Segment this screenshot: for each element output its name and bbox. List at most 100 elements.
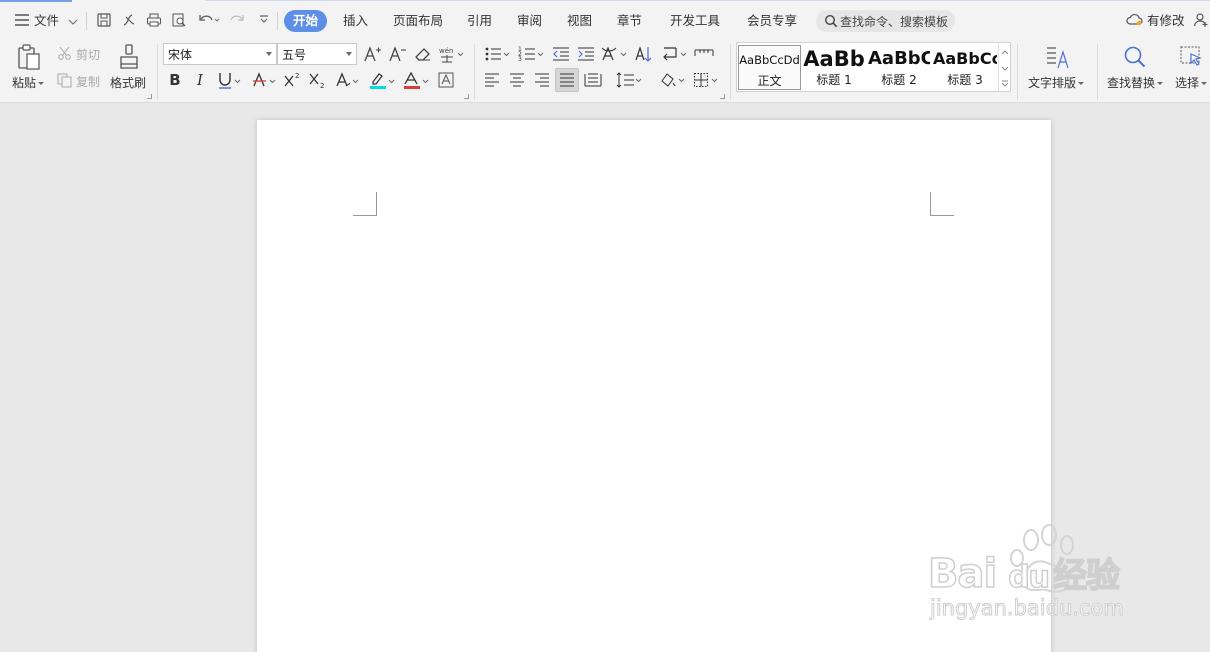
underline-icon[interactable] bbox=[216, 71, 244, 89]
style-sample: AaBbCc bbox=[933, 49, 997, 68]
tab-developer[interactable]: 开发工具 bbox=[670, 10, 720, 32]
line-spacing-icon[interactable] bbox=[615, 71, 645, 89]
text-layout-label: 文字排版 bbox=[1028, 76, 1077, 90]
clipboard-launcher-icon[interactable] bbox=[147, 94, 152, 99]
hamburger-icon bbox=[14, 11, 30, 33]
align-right-icon[interactable] bbox=[533, 71, 551, 89]
subscript-icon[interactable]: 2 bbox=[308, 71, 328, 89]
paste-button[interactable]: 粘贴 bbox=[12, 74, 45, 91]
bullet-list-icon[interactable] bbox=[483, 44, 513, 64]
find-replace-label: 查找替换 bbox=[1107, 76, 1156, 90]
cut-icon[interactable] bbox=[56, 45, 72, 61]
group-divider bbox=[1097, 44, 1098, 100]
window-accent-line bbox=[205, 0, 1210, 1]
share-user-icon[interactable] bbox=[1192, 11, 1210, 29]
superscript-icon[interactable]: 2 bbox=[283, 71, 303, 89]
save-icon[interactable] bbox=[95, 11, 113, 29]
gallery-scroller[interactable] bbox=[998, 43, 1010, 91]
copy-icon[interactable] bbox=[56, 72, 72, 88]
font-size-value: 五号 bbox=[282, 47, 307, 62]
style-name: 标题 1 bbox=[816, 73, 852, 87]
tab-sections[interactable]: 章节 bbox=[617, 10, 642, 32]
increase-indent-icon[interactable] bbox=[576, 44, 596, 64]
expand-gallery-icon[interactable] bbox=[1001, 76, 1009, 90]
style-normal[interactable]: AaBbCcDd 正文 bbox=[738, 45, 801, 90]
select-icon[interactable] bbox=[1178, 42, 1206, 72]
text-layout-icon[interactable] bbox=[1043, 42, 1071, 72]
style-heading-1[interactable]: AaBb 标题 1 bbox=[803, 45, 865, 90]
cloud-icon bbox=[1126, 11, 1143, 33]
dropdown-arrow-icon bbox=[346, 52, 352, 56]
bold-icon[interactable]: B bbox=[166, 71, 184, 89]
style-heading-2[interactable]: AaBbC 标题 2 bbox=[868, 45, 930, 90]
copy-label[interactable]: 复制 bbox=[76, 73, 100, 90]
chevron-up-icon[interactable] bbox=[1001, 44, 1009, 58]
tab-review[interactable]: 审阅 bbox=[517, 10, 542, 32]
style-heading-3[interactable]: AaBbCc 标题 3 bbox=[933, 45, 997, 90]
decrease-indent-icon[interactable] bbox=[551, 44, 571, 64]
print-icon[interactable] bbox=[145, 11, 163, 29]
strikethrough-icon[interactable] bbox=[251, 71, 279, 89]
find-replace-button[interactable]: 查找替换 bbox=[1107, 74, 1164, 91]
cloud-sync-status[interactable]: 有修改 bbox=[1126, 10, 1185, 32]
format-painter-icon[interactable] bbox=[117, 42, 141, 72]
tab-home[interactable]: 开始 bbox=[284, 10, 327, 32]
shrink-font-icon[interactable] bbox=[388, 44, 408, 64]
file-menu[interactable]: 文件 bbox=[14, 10, 78, 32]
tab-insert[interactable]: 插入 bbox=[343, 10, 368, 32]
svg-text:2: 2 bbox=[295, 72, 299, 80]
tab-page-layout[interactable]: 页面布局 bbox=[393, 10, 443, 32]
justify-icon[interactable] bbox=[555, 68, 579, 92]
align-center-icon[interactable] bbox=[508, 71, 526, 89]
watermark-suffix: 经验 bbox=[1052, 555, 1121, 597]
paragraph-mark-icon[interactable] bbox=[660, 44, 690, 64]
grow-font-icon[interactable] bbox=[363, 44, 383, 64]
font-color-icon[interactable] bbox=[401, 71, 431, 91]
command-search-input[interactable]: 查找命令、搜索模板 bbox=[816, 10, 955, 32]
tab-references[interactable]: 引用 bbox=[467, 10, 492, 32]
watermark-brand-text2: du bbox=[1007, 559, 1050, 596]
font-size-select[interactable]: 五号 bbox=[277, 43, 357, 65]
file-menu-label: 文件 bbox=[34, 13, 60, 28]
font-name-select[interactable]: 宋体 bbox=[163, 43, 277, 65]
redo-icon[interactable] bbox=[228, 11, 246, 29]
tab-stops-icon[interactable] bbox=[693, 44, 715, 64]
chinese-layout-icon[interactable] bbox=[600, 44, 630, 64]
paragraph-launcher-icon[interactable] bbox=[720, 94, 725, 99]
tab-member[interactable]: 会员专享 bbox=[747, 10, 797, 32]
undo-icon[interactable] bbox=[196, 11, 222, 29]
borders-icon[interactable] bbox=[692, 71, 722, 89]
menu-bar: 文件 开始 插入 页面布局 引用 审阅 视图 章节 开发工具 会员专享 查找命令… bbox=[0, 0, 1210, 40]
export-pdf-icon[interactable] bbox=[120, 11, 138, 29]
align-left-icon[interactable] bbox=[483, 71, 501, 89]
distribute-icon[interactable] bbox=[583, 71, 603, 89]
shading-icon[interactable] bbox=[658, 71, 688, 89]
cut-label[interactable]: 剪切 bbox=[76, 46, 100, 63]
sort-icon[interactable] bbox=[633, 44, 655, 64]
text-effects-icon[interactable] bbox=[334, 71, 362, 89]
italic-icon[interactable]: I bbox=[191, 71, 209, 89]
print-preview-icon[interactable] bbox=[170, 11, 188, 29]
customize-toolbar-icon[interactable] bbox=[255, 11, 273, 29]
divider bbox=[277, 12, 278, 30]
phonetic-guide-icon[interactable]: wén bbox=[437, 44, 467, 64]
text-layout-button[interactable]: 文字排版 bbox=[1028, 74, 1085, 91]
chevron-down-icon[interactable] bbox=[1001, 60, 1009, 74]
find-replace-icon[interactable] bbox=[1121, 42, 1149, 72]
format-painter-label[interactable]: 格式刷 bbox=[110, 74, 146, 91]
character-border-icon[interactable] bbox=[436, 71, 456, 89]
highlight-color-icon[interactable] bbox=[367, 71, 397, 91]
dropdown-arrow-icon bbox=[1157, 82, 1164, 85]
select-button[interactable]: 选择 bbox=[1175, 74, 1208, 91]
tab-view[interactable]: 视图 bbox=[567, 10, 592, 32]
ribbon-home: 粘贴 剪切 复制 格式刷 宋体 五号 wén B I 2 2 1 2 3 AaB… bbox=[0, 40, 1210, 103]
dropdown-arrow-icon bbox=[266, 52, 272, 56]
font-launcher-icon[interactable] bbox=[464, 94, 469, 99]
style-sample: AaBbC bbox=[868, 48, 930, 69]
group-divider bbox=[157, 44, 158, 100]
clear-format-icon[interactable] bbox=[413, 44, 433, 64]
paste-icon[interactable] bbox=[14, 42, 44, 72]
numbered-list-icon[interactable]: 123 bbox=[517, 44, 547, 64]
watermark-brand: Bai du 经验 bbox=[927, 548, 1121, 598]
group-divider bbox=[730, 44, 731, 100]
